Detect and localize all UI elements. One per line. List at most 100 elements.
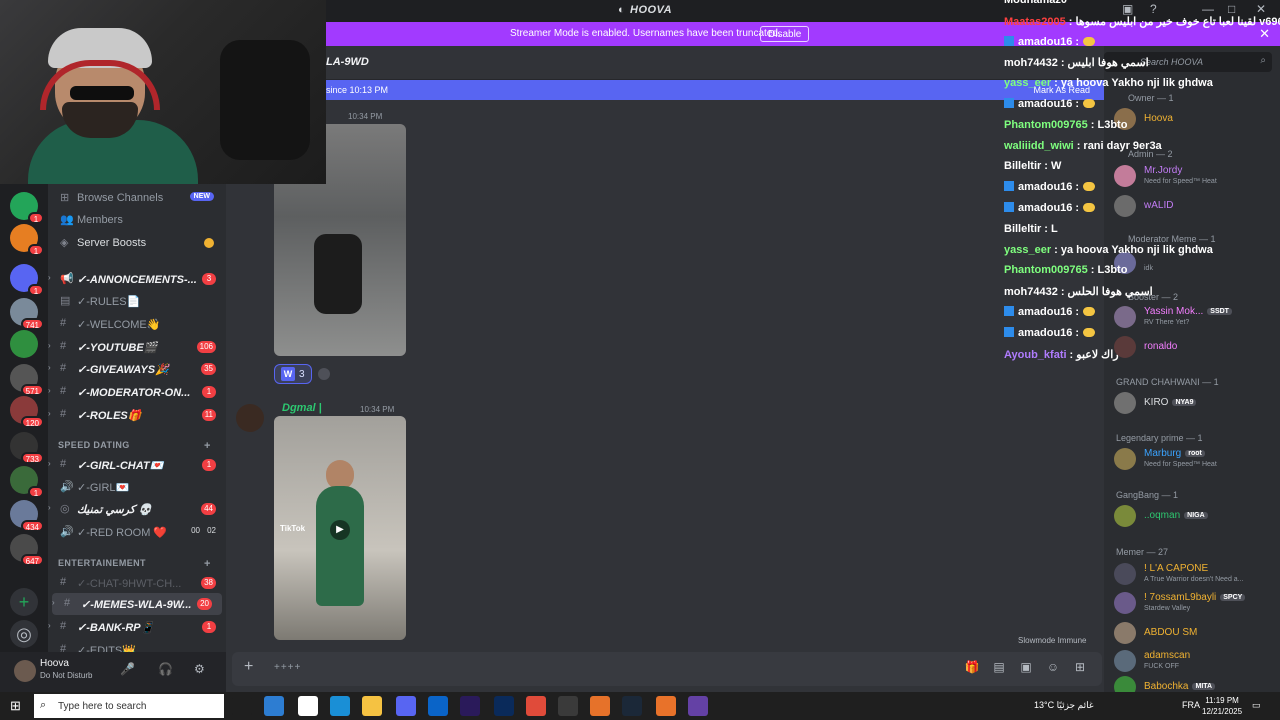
- app-icon[interactable]: [656, 696, 676, 716]
- discord-icon[interactable]: [396, 696, 416, 716]
- channel-item[interactable]: › # ✓-GIRL-CHAT💌 1: [48, 454, 226, 476]
- composer-input[interactable]: ++++: [274, 662, 301, 673]
- new-messages-bar[interactable]: since 10:13 PM Mark As Read: [326, 80, 1104, 100]
- channel-item[interactable]: › # ✓-YOUTUBE🎬 106: [48, 336, 226, 358]
- stream-chat-message: : لقينا لعبا تاع خوف خير من ابليس مسوها …: [1068, 15, 1280, 28]
- channel-item[interactable]: # ✓-WELCOME👋: [48, 313, 226, 335]
- gif-icon[interactable]: ▤: [991, 660, 1007, 676]
- channel-label: Server Boosts: [77, 237, 147, 249]
- member-name-text: ABDOU SM: [1144, 627, 1198, 638]
- message-author[interactable]: Dgmal |: [282, 402, 322, 414]
- server-icon[interactable]: 120: [10, 396, 44, 428]
- settings-gear-icon[interactable]: ⚙: [194, 662, 205, 676]
- disable-button[interactable]: Disable: [760, 26, 810, 42]
- avatar[interactable]: [236, 404, 264, 432]
- member-activity: Stardew Valley: [1144, 605, 1191, 612]
- discover-icon[interactable]: ◎: [10, 620, 38, 648]
- attach-plus-icon[interactable]: +: [244, 658, 253, 676]
- channel-label: ✓-WELCOME👋: [77, 319, 161, 331]
- channel-item[interactable]: # ✓-EDITS👑: [48, 639, 226, 652]
- member-item[interactable]: ABDOU SM: [1114, 620, 1276, 648]
- firefox-icon[interactable]: [590, 696, 610, 716]
- headphones-icon[interactable]: 🎧: [158, 662, 173, 676]
- server-icon[interactable]: 571: [10, 364, 44, 396]
- obs-icon[interactable]: [558, 696, 578, 716]
- member-item[interactable]: KIRO NYA9: [1114, 390, 1276, 418]
- gift-icon[interactable]: 🎁: [964, 660, 980, 676]
- browse-channels-item[interactable]: ⊞ Browse Channels NEW: [48, 187, 226, 209]
- language-indicator[interactable]: FRA: [1182, 700, 1200, 710]
- members-item[interactable]: 👥 Members: [48, 209, 226, 231]
- file-icon[interactable]: [298, 696, 318, 716]
- weather-text[interactable]: 13°C غائم جزئيًا: [1034, 700, 1130, 711]
- windows-start-icon[interactable]: ⊞: [10, 699, 24, 713]
- server-mention-badge: 741: [20, 318, 44, 330]
- server-boosts-item[interactable]: ◈ Server Boosts: [48, 232, 226, 254]
- taskbar-search-input[interactable]: Type here to search: [58, 701, 146, 712]
- premiere-icon[interactable]: [460, 696, 480, 716]
- store-icon[interactable]: [264, 696, 284, 716]
- channel-label: Browse Channels: [77, 192, 164, 204]
- server-icon[interactable]: 741: [10, 298, 44, 330]
- play-icon[interactable]: ▶: [330, 520, 350, 540]
- video-attachment-2[interactable]: TikTok ▶: [274, 416, 406, 640]
- apps-icon[interactable]: ⊞: [1072, 660, 1088, 676]
- message-composer[interactable]: + ++++ 🎁 ▤ ▣ ☺ ⊞: [232, 652, 1102, 686]
- microphone-icon[interactable]: 🎤: [120, 662, 135, 676]
- outlook-icon[interactable]: [428, 696, 448, 716]
- unread-count-badge: 20: [197, 598, 212, 610]
- channel-item[interactable]: # ✓-CHAT-9HWT-CH... 38: [48, 572, 226, 594]
- stream-chat-message: : ya hoova Yakho nji lik ghdwa: [1054, 243, 1213, 256]
- server-icon[interactable]: 647: [10, 534, 44, 566]
- clock[interactable]: 11:19 PM 12/21/2025: [1202, 695, 1242, 717]
- chrome-icon[interactable]: [526, 696, 546, 716]
- stream-chat-line: yass_eer: ya hoova Yakho nji lik ghdwa: [1004, 77, 1213, 97]
- server-icon[interactable]: 1: [10, 264, 44, 296]
- stream-chat-message: :: [1075, 98, 1080, 110]
- channel-item[interactable]: › # ✓-BANK-RP📱 1: [48, 616, 226, 638]
- server-icon[interactable]: 1: [10, 192, 44, 224]
- category-speed-dating[interactable]: SPEED DATING +: [58, 440, 210, 452]
- member-item[interactable]: adamscan FUCK OFF: [1114, 648, 1276, 676]
- stream-chat-user: moh74432: [1004, 57, 1058, 70]
- server-icon[interactable]: 434: [10, 500, 44, 532]
- add-reaction-icon[interactable]: [318, 368, 330, 380]
- category-entertainment[interactable]: ENTERTAINEMENT +: [58, 558, 210, 570]
- channel-item[interactable]: › # ✓-MODERATOR-ON... 1: [48, 381, 226, 403]
- add-channel-icon[interactable]: +: [204, 558, 211, 570]
- member-item[interactable]: ! L'A CAPONE A True Warrior doesn't Need …: [1114, 561, 1276, 589]
- channel-item[interactable]: › # ✓-GIVEAWAYS🎉 35: [48, 358, 226, 380]
- channel-item[interactable]: › # ✓-ROLES🎁 11: [48, 404, 226, 426]
- member-item[interactable]: Marburg root Need for Speed™ Heat: [1114, 446, 1276, 474]
- channel-item[interactable]: ▤ ✓-RULES📄: [48, 290, 226, 312]
- avatar: [1114, 622, 1136, 644]
- member-item[interactable]: ..oqman NIGA: [1114, 503, 1276, 531]
- server-icon[interactable]: 1: [10, 224, 44, 256]
- notification-icon[interactable]: ▭: [1252, 700, 1261, 711]
- channel-name: LA-9WD: [326, 56, 369, 68]
- reaction-w[interactable]: W3: [274, 364, 312, 384]
- unread-indicator-icon: ›: [48, 621, 51, 630]
- steam-icon[interactable]: [622, 696, 642, 716]
- add-channel-icon[interactable]: +: [204, 440, 211, 452]
- channel-item[interactable]: › # ✓-MEMES-WLA-9W... 20: [52, 593, 222, 615]
- sticker-icon[interactable]: ▣: [1018, 660, 1034, 676]
- explorer-icon[interactable]: [362, 696, 382, 716]
- edge-icon[interactable]: [330, 696, 350, 716]
- member-item[interactable]: ! 7ossamL9bayli SPCY Stardew Valley: [1114, 590, 1276, 618]
- photoshop-icon[interactable]: [494, 696, 514, 716]
- server-icon[interactable]: 733: [10, 432, 44, 464]
- emoji-icon[interactable]: ☺: [1045, 660, 1061, 676]
- taskbar-search[interactable]: ⌕ Type here to search: [34, 694, 224, 718]
- add-server-icon[interactable]: +: [10, 588, 38, 616]
- twitch-studio-icon[interactable]: [688, 696, 708, 716]
- task-view-icon[interactable]: [232, 696, 252, 716]
- channel-item[interactable]: 🔊 ✓-GIRL💌: [48, 476, 226, 498]
- channel-item[interactable]: › 📢 ✓-ANNONCEMENTS-... 3: [48, 268, 226, 290]
- channel-item[interactable]: › ◎ كرسي تمنيك 💀 44: [48, 498, 226, 520]
- avatar[interactable]: [14, 660, 36, 682]
- server-icon[interactable]: [10, 330, 38, 358]
- member-tag: NIGA: [1184, 512, 1208, 519]
- channel-item[interactable]: 🔊 ✓-RED ROOM ❤️ 00 02: [48, 521, 226, 543]
- server-icon[interactable]: 1: [10, 466, 44, 498]
